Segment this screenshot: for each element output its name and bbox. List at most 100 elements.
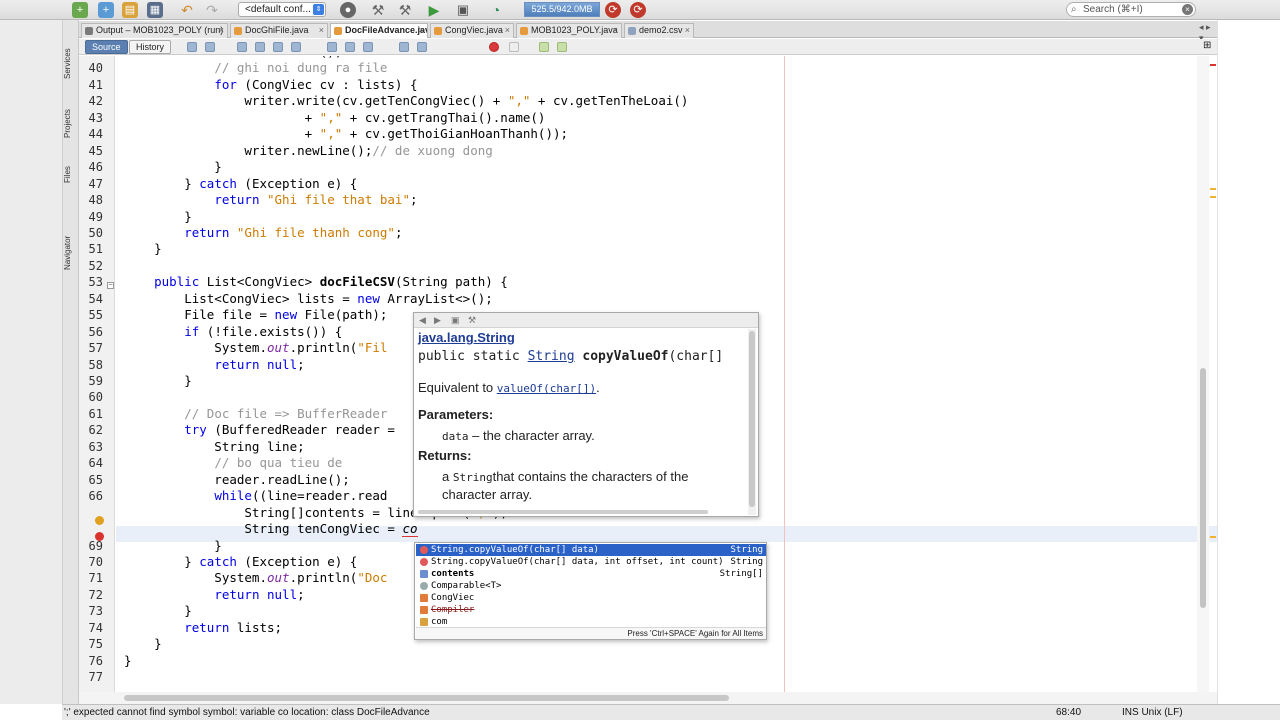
close-icon[interactable]: ×	[419, 24, 424, 37]
code-line[interactable]: } catch (Exception e) {	[124, 554, 357, 570]
code-line[interactable]: } catch (Exception e) {	[124, 176, 357, 192]
source-tab[interactable]: Source	[85, 40, 128, 54]
memory-bar[interactable]: 525.5/942.0MB	[524, 2, 600, 17]
scroll-thumb[interactable]	[418, 510, 708, 514]
code-line[interactable]: writer.newLine();	[124, 56, 342, 60]
caret-position[interactable]: 68:40	[1056, 705, 1081, 720]
completion-item[interactable]: contents String[]	[416, 568, 766, 580]
prev-bookmark-icon[interactable]	[327, 42, 337, 52]
tab-scroll-arrows[interactable]: ◂ ▸ ▾	[1199, 22, 1217, 43]
code-line[interactable]: }	[124, 603, 192, 619]
debug-icon[interactable]: ▣	[455, 2, 471, 18]
code-line[interactable]: String tenCongViec = co	[124, 521, 418, 538]
code-line[interactable]: // bo qua tieu de	[124, 455, 342, 471]
redo-icon[interactable]: ↷	[204, 2, 220, 18]
horizontal-scrollbar[interactable]	[79, 692, 1217, 704]
close-icon[interactable]: ×	[1182, 4, 1193, 15]
code-line[interactable]: return "Ghi file thanh cong";	[124, 225, 402, 241]
code-line[interactable]: File file = new File(path);	[124, 307, 387, 323]
build-icon[interactable]: ⚒	[370, 2, 386, 18]
javadoc-package[interactable]: java.lang.String	[418, 330, 515, 345]
error-stripe-mark[interactable]	[1210, 64, 1216, 66]
forward-icon[interactable]: ▶	[434, 315, 445, 326]
error-stripe-mark[interactable]	[1210, 188, 1216, 190]
search-input[interactable]: ⌕ Search (⌘+I) ×	[1066, 2, 1196, 17]
error-stripe-mark[interactable]	[1210, 536, 1216, 538]
error-icon[interactable]	[95, 532, 104, 541]
side-tab-navigator[interactable]: Navigator	[63, 228, 79, 278]
code-line[interactable]: while((line=reader.read	[124, 488, 387, 504]
find-next-icon[interactable]	[255, 42, 265, 52]
code-line[interactable]: }	[124, 209, 192, 225]
close-icon[interactable]: ×	[685, 24, 690, 37]
back-icon[interactable]: ◀	[419, 315, 430, 326]
toggle-highlight-icon[interactable]	[291, 42, 301, 52]
tab-docfileadvance[interactable]: DocFileAdvance.java ×	[330, 23, 428, 38]
scroll-thumb[interactable]	[124, 695, 729, 701]
open-project-icon[interactable]: ▤	[122, 2, 138, 18]
javadoc-hscrollbar[interactable]	[414, 510, 714, 516]
save-all-icon[interactable]: ▦	[147, 2, 163, 18]
code-line[interactable]: return null;	[124, 357, 304, 373]
stop-macro-icon[interactable]	[509, 42, 519, 52]
side-tab-services[interactable]: Services	[63, 44, 79, 84]
code-line[interactable]: }	[124, 159, 222, 175]
toggle-bookmark-icon[interactable]	[363, 42, 373, 52]
expand-icon[interactable]: ⊞	[1203, 41, 1213, 52]
code-line[interactable]: reader.readLine();	[124, 472, 349, 488]
desc-link[interactable]: valueOf(char[])	[497, 382, 596, 395]
code-line[interactable]: return null;	[124, 587, 304, 603]
shift-left-icon[interactable]	[399, 42, 409, 52]
side-tab-projects[interactable]: Projects	[63, 102, 79, 146]
code-line[interactable]: }	[124, 241, 162, 257]
close-icon[interactable]: ×	[319, 24, 324, 37]
profile-icon[interactable]: ◔	[488, 2, 504, 18]
config-select[interactable]: <default conf... ⇕	[238, 2, 326, 17]
gc-icon[interactable]: ⟳	[605, 2, 621, 18]
vertical-scrollbar[interactable]	[1197, 56, 1209, 692]
code-line[interactable]: if (!file.exists()) {	[124, 324, 342, 340]
code-line[interactable]: return "Ghi file that bai";	[124, 192, 417, 208]
close-icon[interactable]: ×	[613, 24, 618, 37]
back-icon[interactable]	[187, 42, 197, 52]
open-browser-icon[interactable]: ▣	[451, 315, 462, 326]
completion-item[interactable]: Compiler	[416, 604, 766, 616]
scroll-thumb[interactable]	[749, 331, 755, 507]
completion-item[interactable]: Comparable<T>	[416, 580, 766, 592]
code-line[interactable]: List<CongViec> lists = new ArrayList<>()…	[124, 291, 493, 307]
javadoc-scrollbar[interactable]	[748, 329, 756, 515]
scroll-thumb[interactable]	[1200, 368, 1206, 608]
new-file-icon[interactable]: +	[72, 2, 88, 18]
goto-source-icon[interactable]: ⚒	[468, 315, 479, 326]
code-line[interactable]: }	[124, 538, 222, 554]
uncomment-icon[interactable]	[557, 42, 567, 52]
code-line[interactable]: for (CongViec cv : lists) {	[124, 77, 417, 93]
history-tab[interactable]: History	[129, 40, 172, 54]
clean-build-icon[interactable]: ⚒	[397, 2, 413, 18]
tab-output[interactable]: Output – MOB1023_POLY (run) ×	[81, 23, 228, 38]
code-line[interactable]: public List<CongViec> docFileCSV(String …	[124, 274, 508, 290]
code-line[interactable]: + "," + cv.getThoiGianHoanThanh());	[124, 126, 568, 142]
tab-mob1023-poly[interactable]: MOB1023_POLY.java ×	[516, 23, 622, 38]
code-line[interactable]: // ghi noi dung ra file	[124, 60, 387, 76]
gc-alt-icon[interactable]: ⟳	[630, 2, 646, 18]
code-line[interactable]: }	[124, 373, 192, 389]
undo-icon[interactable]: ↶	[179, 2, 195, 18]
record-macro-icon[interactable]	[489, 42, 499, 52]
comment-icon[interactable]	[539, 42, 549, 52]
completion-item[interactable]: CongViec	[416, 592, 766, 604]
warning-icon[interactable]	[95, 516, 104, 525]
close-icon[interactable]: ×	[505, 24, 510, 37]
completion-item[interactable]: String.copyValueOf(char[] data) String	[416, 544, 766, 556]
find-prev-icon[interactable]	[237, 42, 247, 52]
code-line[interactable]: return lists;	[124, 620, 282, 636]
code-line[interactable]: String line;	[124, 439, 304, 455]
side-tab-files[interactable]: Files	[63, 160, 79, 190]
tab-docghifile[interactable]: DocGhiFile.java ×	[230, 23, 328, 38]
code-completion-popup[interactable]: String.copyValueOf(char[] data) String St…	[414, 542, 767, 640]
close-icon[interactable]: ×	[219, 24, 224, 37]
code-line[interactable]: System.out.println("Doc	[124, 570, 387, 586]
code-line[interactable]: + "," + cv.getTrangThai().name()	[124, 110, 546, 126]
gear-icon[interactable]: ●	[340, 2, 356, 18]
fold-icon[interactable]: −	[107, 282, 114, 289]
